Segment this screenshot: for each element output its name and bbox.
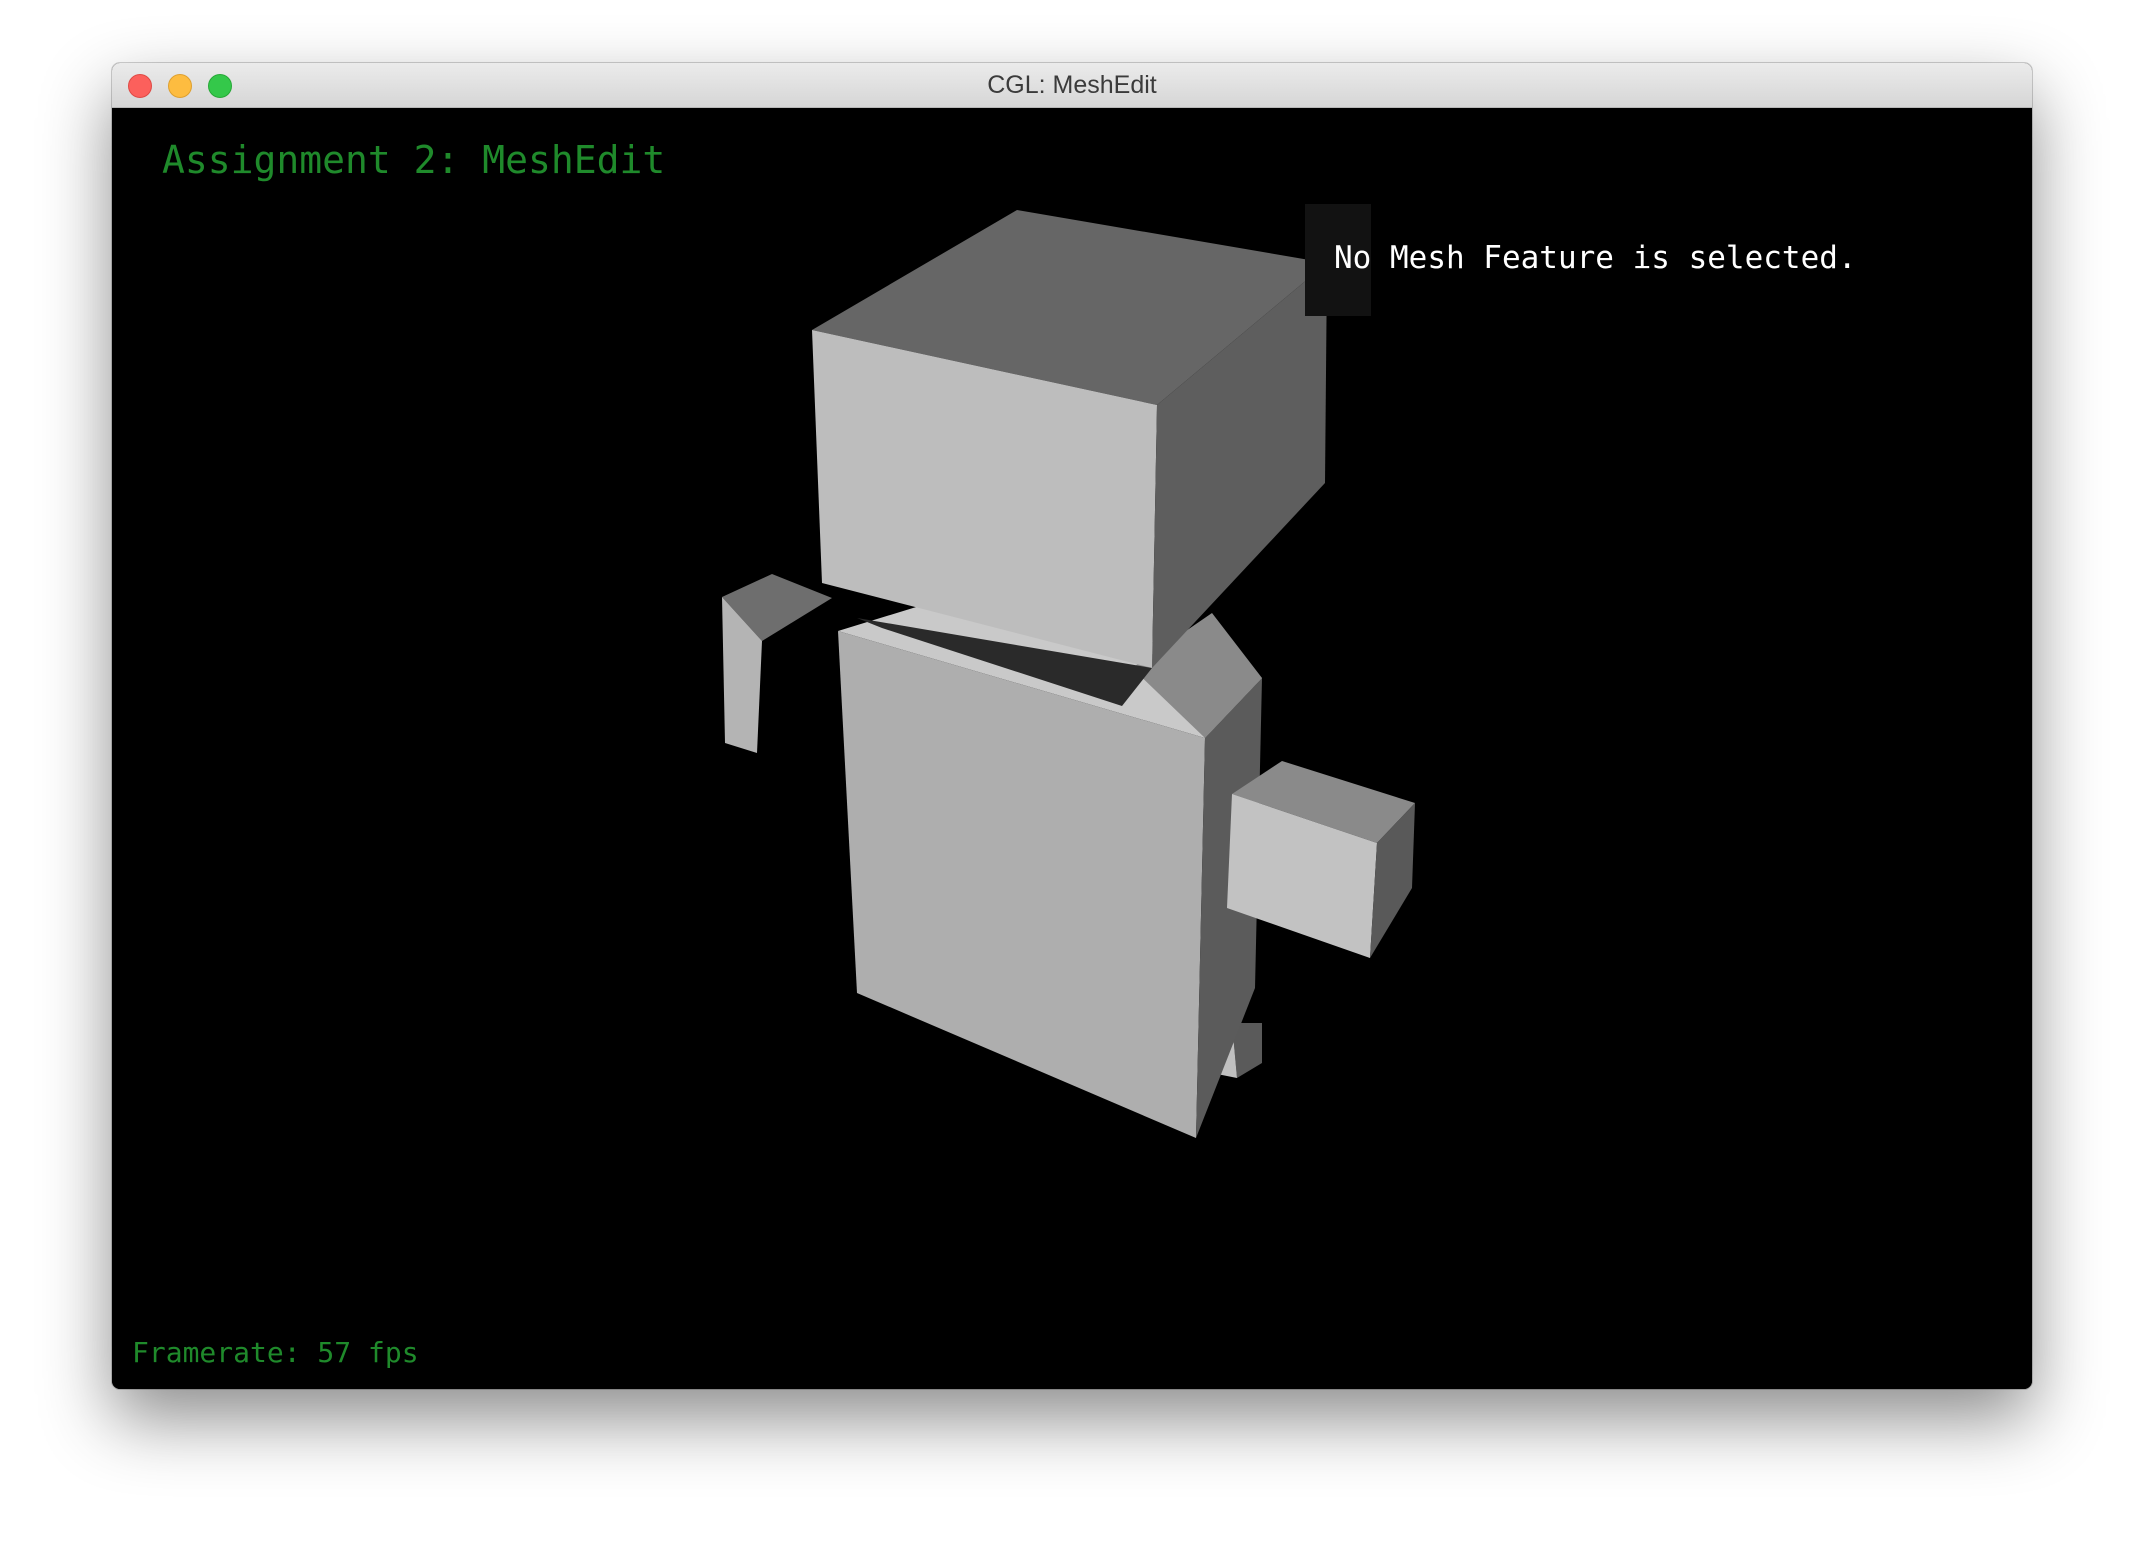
mesh-viewport[interactable]: Assignment 2: MeshEdit No Mesh Feature i… — [112, 108, 2032, 1389]
mesh-scene[interactable] — [112, 108, 2032, 1389]
app-window: CGL: MeshEdit Assignment 2: MeshEdit No … — [112, 63, 2032, 1389]
title-bar[interactable]: CGL: MeshEdit — [112, 63, 2032, 108]
assignment-title: Assignment 2: MeshEdit — [162, 138, 666, 182]
framerate-readout: Framerate: 57 fps — [132, 1336, 419, 1369]
window-title: CGL: MeshEdit — [987, 71, 1157, 99]
selection-info-text: No Mesh Feature is selected. — [1334, 240, 1857, 276]
left-arm-mesh[interactable] — [722, 574, 832, 753]
